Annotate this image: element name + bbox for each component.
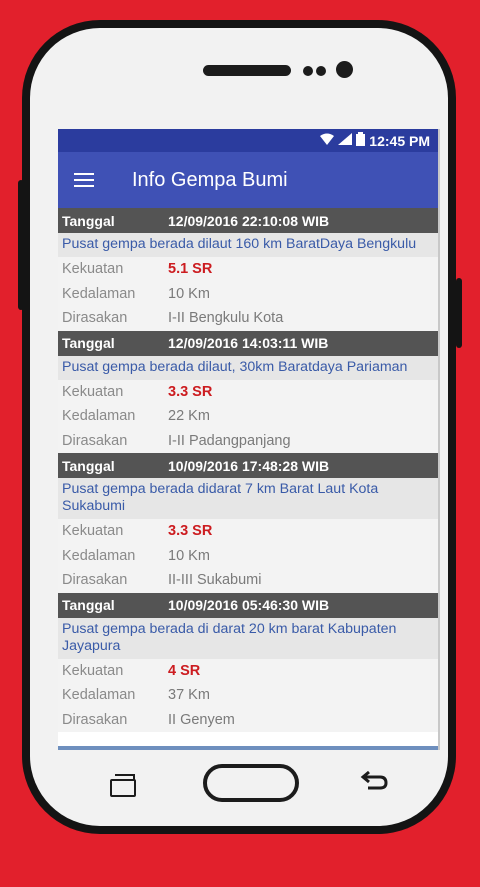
eq-location: Pusat gempa berada dilaut 160 km BaratDa… xyxy=(58,233,438,257)
earpiece-speaker xyxy=(203,65,291,76)
app-screen: 12:45 PM Info Gempa Bumi Tanggal 12/09/2… xyxy=(58,129,440,750)
depth-value: 37 Km xyxy=(168,687,210,704)
depth-value: 10 Km xyxy=(168,547,210,564)
hamburger-menu-icon[interactable] xyxy=(74,173,94,187)
status-bar: 12:45 PM xyxy=(58,129,438,152)
app-bar: Info Gempa Bumi xyxy=(58,152,438,208)
eq-header: Tanggal 12/09/2016 22:10:08 WIB xyxy=(58,208,438,233)
depth-label: Kedalaman xyxy=(62,408,136,425)
date-label: Tanggal xyxy=(62,212,115,229)
earthquake-item[interactable]: Tanggal 12/09/2016 22:10:08 WIB Pusat ge… xyxy=(58,208,438,331)
side-button-right xyxy=(456,278,462,348)
depth-label: Kedalaman xyxy=(62,687,136,704)
battery-icon xyxy=(356,132,366,149)
felt-row: Dirasakan I-II Bengkulu Kota xyxy=(58,306,438,331)
list-divider xyxy=(58,746,438,750)
date-label: Tanggal xyxy=(62,597,115,613)
depth-row: Kedalaman 10 Km xyxy=(58,281,438,306)
magnitude-label: Kekuatan xyxy=(62,383,124,400)
felt-value: I-II Bengkulu Kota xyxy=(168,310,284,327)
app-title: Info Gempa Bumi xyxy=(132,169,288,191)
status-time: 12:45 PM xyxy=(369,132,430,149)
depth-value: 22 Km xyxy=(168,408,210,425)
felt-row: Dirasakan II-III Sukabumi xyxy=(58,568,438,593)
front-camera xyxy=(336,61,353,78)
magnitude-row: Kekuatan 3.3 SR xyxy=(58,379,438,404)
felt-row: Dirasakan II Genyem xyxy=(58,707,438,732)
phone-body: 12:45 PM Info Gempa Bumi Tanggal 12/09/2… xyxy=(30,28,448,826)
back-icon[interactable] xyxy=(360,769,390,793)
side-button-left xyxy=(18,180,24,310)
eq-datetime: 12/09/2016 14:03:11 WIB xyxy=(168,335,329,351)
felt-value: II-III Sukabumi xyxy=(168,572,262,589)
signal-icon xyxy=(338,133,353,148)
depth-label: Kedalaman xyxy=(62,285,136,302)
recent-apps-icon[interactable] xyxy=(110,774,136,797)
magnitude-label: Kekuatan xyxy=(62,523,124,540)
eq-header: Tanggal 10/09/2016 17:48:28 WIB xyxy=(58,453,438,478)
phone-frame: 12:45 PM Info Gempa Bumi Tanggal 12/09/2… xyxy=(22,20,456,834)
home-icon[interactable] xyxy=(203,764,299,802)
magnitude-label: Kekuatan xyxy=(62,662,124,679)
eq-location: Pusat gempa berada dilaut, 30km Baratday… xyxy=(58,355,438,380)
magnitude-label: Kekuatan xyxy=(62,261,124,278)
eq-location: Pusat gempa berada di darat 20 km barat … xyxy=(58,617,438,659)
depth-label: Kedalaman xyxy=(62,547,136,564)
felt-label: Dirasakan xyxy=(62,572,128,589)
eq-header: Tanggal 10/09/2016 05:46:30 WIB xyxy=(58,592,438,618)
earthquake-item[interactable]: Tanggal 10/09/2016 05:46:30 WIB Pusat ge… xyxy=(58,592,438,732)
earthquake-list[interactable]: Tanggal 12/09/2016 22:10:08 WIB Pusat ge… xyxy=(58,208,438,732)
felt-label: Dirasakan xyxy=(62,711,128,728)
eq-datetime: 10/09/2016 05:46:30 WIB xyxy=(168,597,330,613)
date-label: Tanggal xyxy=(62,457,115,474)
sensor-dot xyxy=(303,66,313,76)
felt-row: Dirasakan I-II Padangpanjang xyxy=(58,428,438,453)
depth-row: Kedalaman 22 Km xyxy=(58,404,438,429)
eq-datetime: 10/09/2016 17:48:28 WIB xyxy=(168,457,330,474)
eq-header: Tanggal 12/09/2016 14:03:11 WIB xyxy=(58,330,438,356)
felt-value: II Genyem xyxy=(168,711,235,728)
magnitude-value: 5.1 SR xyxy=(168,261,213,278)
earthquake-item[interactable]: Tanggal 12/09/2016 14:03:11 WIB Pusat ge… xyxy=(58,330,438,453)
magnitude-row: Kekuatan 4 SR xyxy=(58,658,438,683)
wifi-icon xyxy=(320,133,335,148)
magnitude-value: 3.3 SR xyxy=(168,383,213,400)
depth-row: Kedalaman 10 Km xyxy=(58,543,438,568)
date-label: Tanggal xyxy=(62,335,115,351)
eq-datetime: 12/09/2016 22:10:08 WIB xyxy=(168,212,330,229)
magnitude-row: Kekuatan 3.3 SR xyxy=(58,519,438,544)
sensor-dot xyxy=(316,66,326,76)
magnitude-row: Kekuatan 5.1 SR xyxy=(58,257,438,282)
eq-location: Pusat gempa berada didarat 7 km Barat La… xyxy=(58,478,438,519)
felt-value: I-II Padangpanjang xyxy=(168,432,291,449)
magnitude-value: 4 SR xyxy=(168,662,201,679)
earthquake-item[interactable]: Tanggal 10/09/2016 17:48:28 WIB Pusat ge… xyxy=(58,453,438,593)
felt-label: Dirasakan xyxy=(62,310,128,327)
depth-value: 10 Km xyxy=(168,285,210,302)
felt-label: Dirasakan xyxy=(62,432,128,449)
depth-row: Kedalaman 37 Km xyxy=(58,683,438,708)
magnitude-value: 3.3 SR xyxy=(168,523,213,540)
